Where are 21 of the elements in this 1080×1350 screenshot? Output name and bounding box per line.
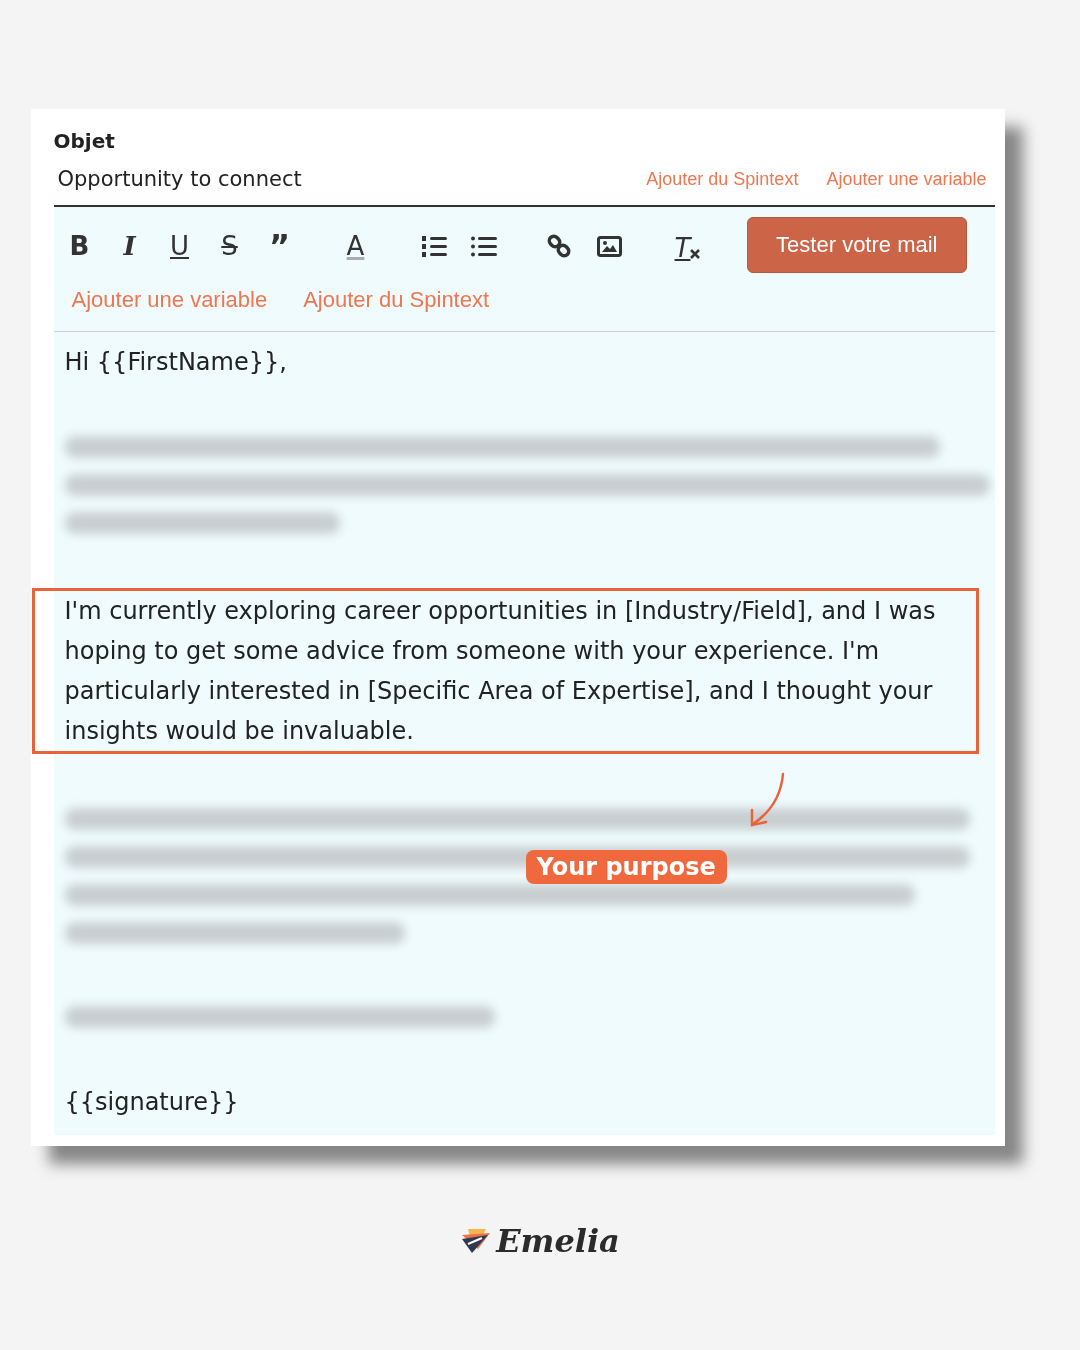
bold-button[interactable]: B (65, 229, 94, 263)
text-color-button[interactable]: A (341, 229, 370, 263)
subject-field[interactable]: Opportunity to connect (57, 167, 302, 191)
image-icon (597, 235, 622, 257)
annotation-label: Your purpose (525, 850, 727, 884)
highlighted-paragraph: I'm currently exploring career opportunities in [Industry/Field], and I was hoping to get some advice from someone with your experience. I'm particularly interested in [Specific Area of Expertise], and I thought your insights would be invaluable. (31, 588, 979, 754)
italic-button[interactable]: I (115, 229, 144, 263)
test-email-button[interactable]: Tester votre mail (747, 217, 967, 273)
link-icon (547, 233, 572, 259)
body-text: {{signature}} (64, 1087, 240, 1118)
close-icon (690, 249, 701, 259)
bulleted-list-icon (470, 234, 497, 258)
body-text: Hi {{FirstName}}, (64, 347, 288, 378)
logo-wordmark: Emelia (496, 1222, 620, 1260)
numbered-list-icon (420, 234, 447, 258)
logo-icon (460, 1227, 493, 1255)
subject-label: Objet (53, 129, 116, 153)
strikethrough-button[interactable]: S (215, 229, 244, 263)
underline-button[interactable]: U (165, 229, 194, 263)
clear-format-button[interactable]: T (673, 229, 702, 263)
quote-button[interactable]: ” (265, 229, 294, 263)
